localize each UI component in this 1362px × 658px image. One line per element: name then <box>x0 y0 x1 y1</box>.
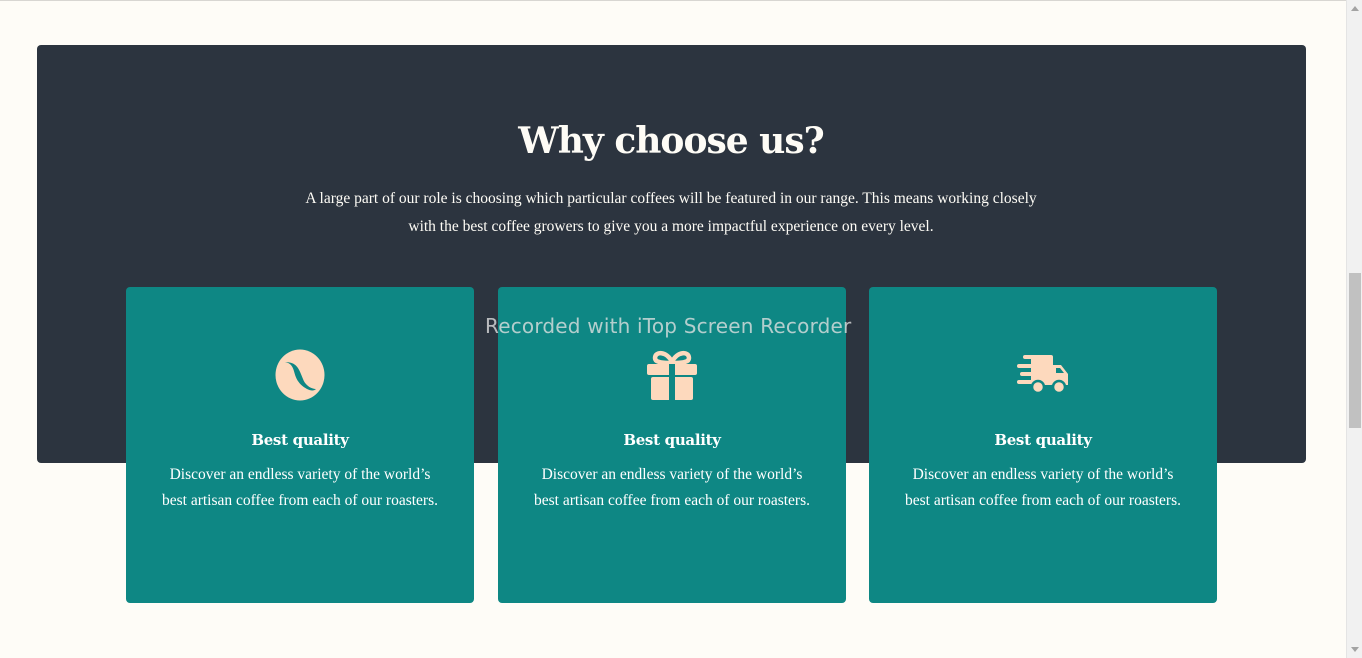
delivery-truck-icon <box>869 347 1217 403</box>
scroll-up-arrow-icon[interactable] <box>1351 6 1359 11</box>
section-intro: A large part of our role is choosing whi… <box>305 190 1037 235</box>
scroll-down-arrow-icon[interactable] <box>1351 647 1359 652</box>
card-description: Discover an endless variety of the world… <box>161 466 438 509</box>
feature-card-2: Best quality Discover an endless variety… <box>498 287 846 603</box>
card-title: Best quality <box>623 431 721 449</box>
scrollbar-thumb[interactable] <box>1349 273 1361 428</box>
window-top-border <box>0 0 1362 1</box>
feature-card-3: Best quality Discover an endless variety… <box>869 287 1217 603</box>
card-description: Discover an endless variety of the world… <box>533 466 810 509</box>
feature-card-1: Best quality Discover an endless variety… <box>126 287 474 603</box>
gift-icon <box>498 347 846 403</box>
card-title: Best quality <box>251 431 349 449</box>
page-scrollbar[interactable] <box>1346 0 1362 658</box>
card-description: Discover an endless variety of the world… <box>904 466 1181 509</box>
section-heading: Why choose us? <box>518 120 824 162</box>
card-title: Best quality <box>994 431 1092 449</box>
coffee-bean-icon <box>126 347 474 403</box>
